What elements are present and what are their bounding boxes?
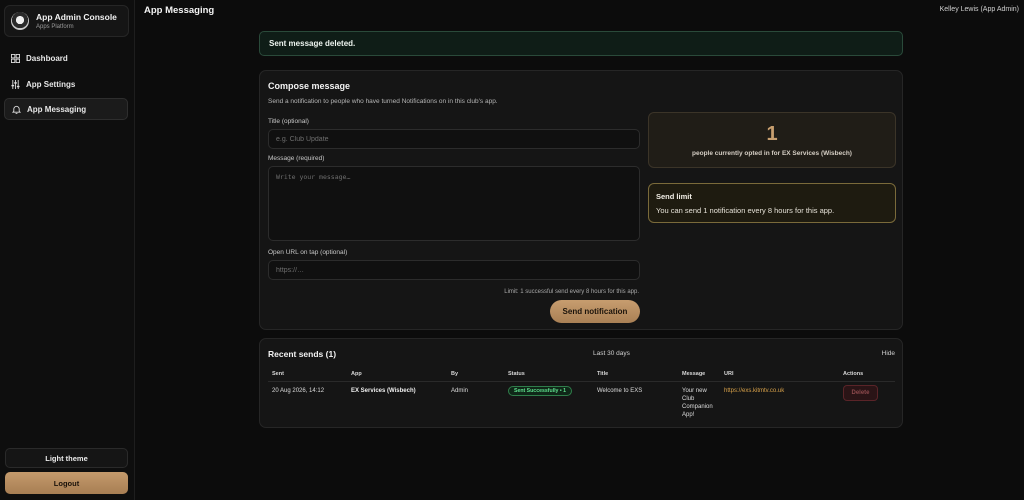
sliders-icon xyxy=(10,79,20,89)
column-header-actions: Actions xyxy=(843,371,864,377)
sidebar-item-app-settings[interactable]: App Settings xyxy=(4,73,128,95)
send-limit-note: Limit: 1 successful send every 8 hours f… xyxy=(504,289,639,295)
bell-icon xyxy=(11,104,21,114)
compose-card: Compose message Send a notification to p… xyxy=(259,70,903,330)
cell-sent: 20 Aug 2026, 14:12 xyxy=(272,388,325,394)
optin-summary: 1 people currently opted in for EX Servi… xyxy=(648,112,896,168)
send-notification-button[interactable]: Send notification xyxy=(550,300,640,323)
recent-sends-range: Last 30 days xyxy=(593,350,630,357)
send-limit-box: Send limit You can send 1 notification e… xyxy=(648,183,896,223)
optin-count: 1 xyxy=(766,123,778,145)
url-field-label: Open URL on tap (optional) xyxy=(268,249,348,256)
title-field-label: Title (optional) xyxy=(268,118,309,125)
grid-icon xyxy=(10,53,20,63)
compose-title: Compose message xyxy=(268,81,351,91)
alert-text: Sent message deleted. xyxy=(269,39,356,48)
compose-description: Send a notification to people who have t… xyxy=(268,98,498,105)
brand-title: App Admin Console xyxy=(36,12,117,22)
column-header-sent: Sent xyxy=(272,371,284,377)
hide-recent-button[interactable]: Hide xyxy=(882,350,895,357)
sidebar-item-label: App Settings xyxy=(26,79,76,89)
cell-by: Admin xyxy=(451,388,469,394)
column-header-app: App xyxy=(351,371,362,377)
recent-sends-title: Recent sends (1) xyxy=(268,349,337,359)
cell-app: EX Services (Wisbech) xyxy=(351,388,416,394)
brand-subtitle: Apps Platform xyxy=(36,24,74,30)
sidebar-item-label: Dashboard xyxy=(26,53,68,63)
column-header-by: By xyxy=(451,371,459,377)
cell-message: Your new Club Companion App! xyxy=(682,388,713,418)
message-field-label: Message (required) xyxy=(268,155,325,162)
url-input[interactable] xyxy=(268,260,640,280)
table-row: 20 Aug 2026, 14:12 EX Services (Wisbech)… xyxy=(268,382,895,422)
status-badge: Sent Successfully • 1 xyxy=(508,386,572,396)
column-header-message: Message xyxy=(682,371,706,377)
club-logo-icon xyxy=(11,12,29,30)
table-header: Sent App By Status Title Message URI Act… xyxy=(268,369,895,382)
current-user: Kelley Lewis (App Admin) xyxy=(939,6,1019,13)
column-header-status: Status xyxy=(508,371,525,377)
sidebar-item-app-messaging[interactable]: App Messaging xyxy=(4,98,128,120)
cell-uri-link[interactable]: https://exs.kitmtv.co.uk xyxy=(724,387,784,395)
optin-text: people currently opted in for EX Service… xyxy=(692,150,852,157)
recent-sends-card: Recent sends (1) Last 30 days Hide Sent … xyxy=(259,338,903,428)
cell-title: Welcome to EXS xyxy=(597,388,643,394)
title-input[interactable] xyxy=(268,129,640,149)
column-header-uri: URI xyxy=(724,371,734,377)
light-theme-button[interactable]: Light theme xyxy=(5,448,128,468)
sidebar-item-label: App Messaging xyxy=(27,104,87,114)
send-limit-title: Send limit xyxy=(656,192,692,201)
success-alert: Sent message deleted. xyxy=(259,31,903,56)
delete-button[interactable]: Delete xyxy=(843,385,878,401)
page-title: App Messaging xyxy=(144,5,215,16)
brand-block[interactable]: App Admin Console Apps Platform xyxy=(4,5,129,37)
send-limit-text: You can send 1 notification every 8 hour… xyxy=(656,206,835,215)
sidebar: App Admin Console Apps Platform Dashboar… xyxy=(0,0,135,500)
column-header-title: Title xyxy=(597,371,609,377)
sidebar-item-dashboard[interactable]: Dashboard xyxy=(4,47,128,69)
message-textarea[interactable] xyxy=(268,166,640,241)
logout-button[interactable]: Logout xyxy=(5,472,128,494)
